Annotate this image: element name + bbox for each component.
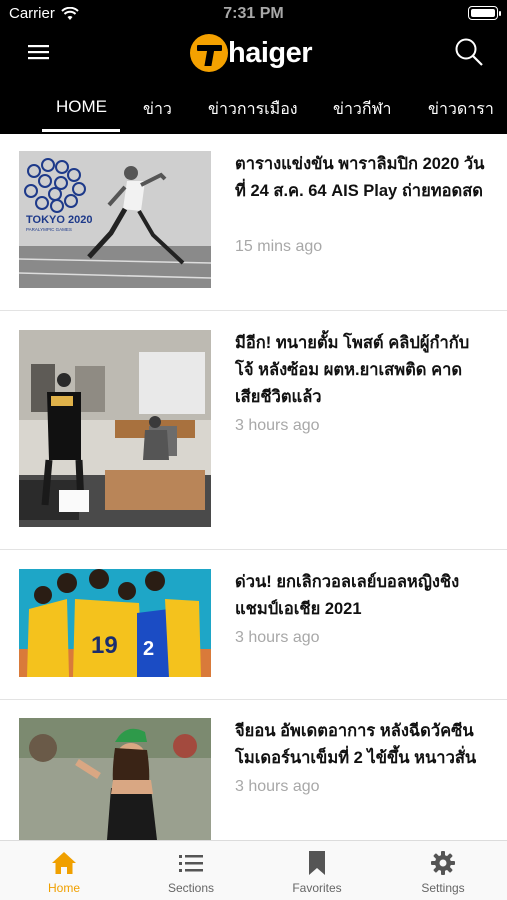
svg-text:TOKYO 2020: TOKYO 2020 bbox=[26, 214, 92, 226]
search-button[interactable] bbox=[453, 36, 485, 68]
article-time: 15 mins ago bbox=[235, 238, 323, 255]
article-thumbnail[interactable] bbox=[19, 718, 211, 840]
paralympic-runner-image: TOKYO 2020 PARALYMPIC GAMES bbox=[19, 151, 211, 288]
bottom-tab-label: Favorites bbox=[292, 881, 342, 895]
volleyball-team-image: 19 2 bbox=[19, 569, 211, 677]
bottom-tab-home[interactable]: Home bbox=[19, 849, 109, 895]
thaiger-logo[interactable]: haiger bbox=[190, 33, 313, 73]
list-icon bbox=[179, 855, 203, 872]
search-icon bbox=[455, 38, 483, 66]
hamburger-menu-button[interactable] bbox=[26, 40, 52, 64]
article-time: 3 hours ago bbox=[235, 778, 320, 795]
article-card[interactable]: มีอีก! ทนายตั้ม โพสต์ คลิปผู้กำกับ โจ้ ห… bbox=[0, 311, 507, 550]
article-time: 3 hours ago bbox=[235, 417, 320, 434]
svg-text:2: 2 bbox=[143, 638, 154, 660]
app-header: Carrier 7:31 PM haiger HOME ข่าว ข่าวการ… bbox=[0, 0, 507, 134]
tab-celebrity[interactable]: ข่าวดารา bbox=[428, 97, 494, 122]
home-icon bbox=[52, 852, 76, 874]
article-time: 3 hours ago bbox=[235, 629, 320, 646]
tab-news[interactable]: ข่าว bbox=[143, 97, 172, 122]
tab-politics[interactable]: ข่าวการเมือง bbox=[208, 97, 298, 122]
celebrity-photo-image bbox=[19, 718, 211, 840]
article-card[interactable]: จียอน อัพเดตอาการ หลังฉีดวัคซีน โมเดอร์น… bbox=[0, 700, 507, 840]
logo-mark-icon bbox=[190, 34, 228, 72]
news-feed[interactable]: TOKYO 2020 PARALYMPIC GAMES ตารางแข่งขัน… bbox=[0, 134, 507, 840]
bottom-tab-favorites[interactable]: Favorites bbox=[272, 849, 362, 895]
article-thumbnail[interactable]: 19 2 bbox=[19, 569, 211, 677]
svg-text:19: 19 bbox=[91, 632, 118, 659]
status-bar: Carrier 7:31 PM bbox=[0, 0, 507, 28]
bottom-tab-label: Sections bbox=[167, 881, 215, 895]
svg-text:PARALYMPIC GAMES: PARALYMPIC GAMES bbox=[26, 227, 72, 232]
category-tabs: HOME ข่าว ข่าวการเมือง ข่าวกีฬา ข่าวดารา bbox=[0, 84, 507, 132]
article-title[interactable]: ตารางแข่งขัน พาราลิมปิก 2020 วันที่ 24 ส… bbox=[235, 151, 490, 205]
article-card[interactable]: 19 2 ด่วน! ยกเลิกวอลเลย์บอลหญิงชิง แชมป์… bbox=[0, 550, 507, 700]
article-title[interactable]: มีอีก! ทนายตั้ม โพสต์ คลิปผู้กำกับ โจ้ ห… bbox=[235, 330, 490, 411]
bookmark-icon bbox=[309, 851, 325, 875]
article-card[interactable]: TOKYO 2020 PARALYMPIC GAMES ตารางแข่งขัน… bbox=[0, 134, 507, 311]
gear-icon bbox=[431, 851, 455, 875]
bottom-tab-bar: Home Sections Favorites Settings bbox=[0, 840, 507, 900]
logo-text: haiger bbox=[228, 36, 313, 69]
article-thumbnail[interactable]: TOKYO 2020 PARALYMPIC GAMES bbox=[19, 151, 211, 288]
police-office-image bbox=[19, 330, 211, 527]
article-thumbnail[interactable] bbox=[19, 330, 211, 527]
battery-icon bbox=[468, 6, 501, 20]
tab-home[interactable]: HOME bbox=[56, 97, 107, 117]
article-title[interactable]: ด่วน! ยกเลิกวอลเลย์บอลหญิงชิง แชมป์เอเชี… bbox=[235, 569, 490, 623]
bottom-tab-label: Settings bbox=[421, 881, 465, 895]
hamburger-icon bbox=[28, 45, 49, 60]
tab-sports[interactable]: ข่าวกีฬา bbox=[333, 97, 392, 122]
bottom-tab-label: Home bbox=[47, 881, 80, 895]
bottom-tab-sections[interactable]: Sections bbox=[146, 849, 236, 895]
bottom-tab-settings[interactable]: Settings bbox=[398, 849, 488, 895]
active-tab-indicator bbox=[42, 129, 120, 132]
status-time: 7:31 PM bbox=[223, 5, 284, 22]
article-title[interactable]: จียอน อัพเดตอาการ หลังฉีดวัคซีน โมเดอร์น… bbox=[235, 718, 490, 772]
